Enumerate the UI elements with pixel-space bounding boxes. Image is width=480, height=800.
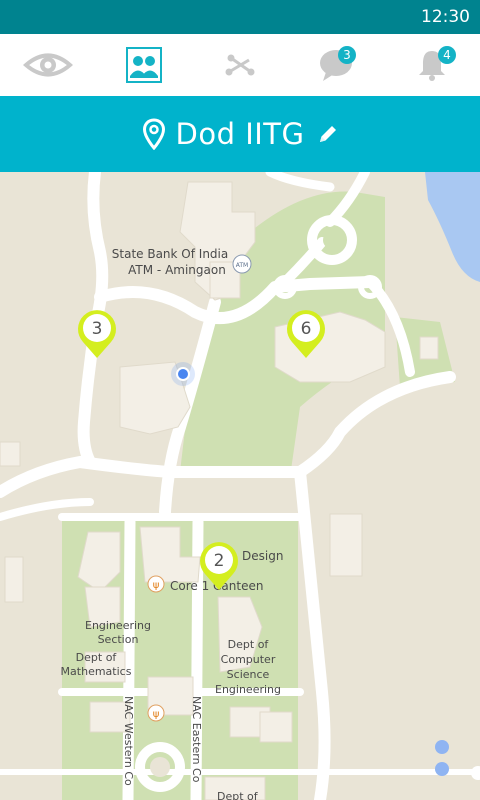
label-eng-line2: Section xyxy=(98,633,139,646)
notifications-badge: 4 xyxy=(438,46,456,64)
tab-route[interactable] xyxy=(192,34,288,96)
label-design: Design xyxy=(242,549,283,563)
label-cse-line2: Computer xyxy=(221,653,276,666)
pencil-icon[interactable] xyxy=(317,123,339,145)
people-icon xyxy=(126,47,162,83)
tab-bar: 3 4 xyxy=(0,34,480,96)
location-header: Dod IITG xyxy=(0,96,480,172)
atm-icon: ATM xyxy=(232,254,252,274)
label-cse-line1: Dept of xyxy=(228,638,270,651)
label-eng-line1: Engineering xyxy=(85,619,151,632)
label-dept-bottom: Dept of xyxy=(217,790,259,800)
chat-badge: 3 xyxy=(338,46,356,64)
label-math-line2: Mathematics xyxy=(61,665,132,678)
marker-3-count: 3 xyxy=(92,319,103,339)
route-icon xyxy=(225,54,255,76)
map-view[interactable]: State Bank Of India ATM - Amingaon ATM D… xyxy=(0,172,480,800)
page-dot-2[interactable] xyxy=(435,762,449,776)
label-road-east: NAC Eastern Co xyxy=(190,696,203,783)
current-location-dot xyxy=(171,362,195,386)
tab-chat[interactable]: 3 xyxy=(288,34,384,96)
restaurant-icon-2: ψ xyxy=(147,704,165,722)
marker-2-count: 2 xyxy=(214,551,225,571)
label-road-west: NAC Western Co xyxy=(122,696,135,786)
status-time: 12:30 xyxy=(421,7,470,27)
svg-text:ψ: ψ xyxy=(153,709,160,720)
label-bank-line1: State Bank Of India xyxy=(112,247,228,261)
location-title: Dod IITG xyxy=(175,117,305,151)
label-atm: ATM xyxy=(236,262,248,269)
location-pin-icon xyxy=(142,118,165,150)
label-bank-line2: ATM - Amingaon xyxy=(128,263,226,277)
map-canvas: State Bank Of India ATM - Amingaon ATM D… xyxy=(0,172,480,800)
marker-6-count: 6 xyxy=(301,319,312,339)
tab-notifications[interactable]: 4 xyxy=(384,34,480,96)
label-cse-line4: Engineering xyxy=(215,683,281,696)
status-bar: 12:30 xyxy=(0,0,480,34)
label-math-line1: Dept of xyxy=(76,651,118,664)
restaurant-icon: ψ xyxy=(147,575,165,593)
tab-eye[interactable] xyxy=(0,34,96,96)
label-cse-line3: Science xyxy=(227,668,270,681)
tab-people[interactable] xyxy=(96,34,192,96)
svg-text:ψ: ψ xyxy=(153,580,160,591)
eye-icon xyxy=(23,53,73,77)
page-dot-1[interactable] xyxy=(435,740,449,754)
